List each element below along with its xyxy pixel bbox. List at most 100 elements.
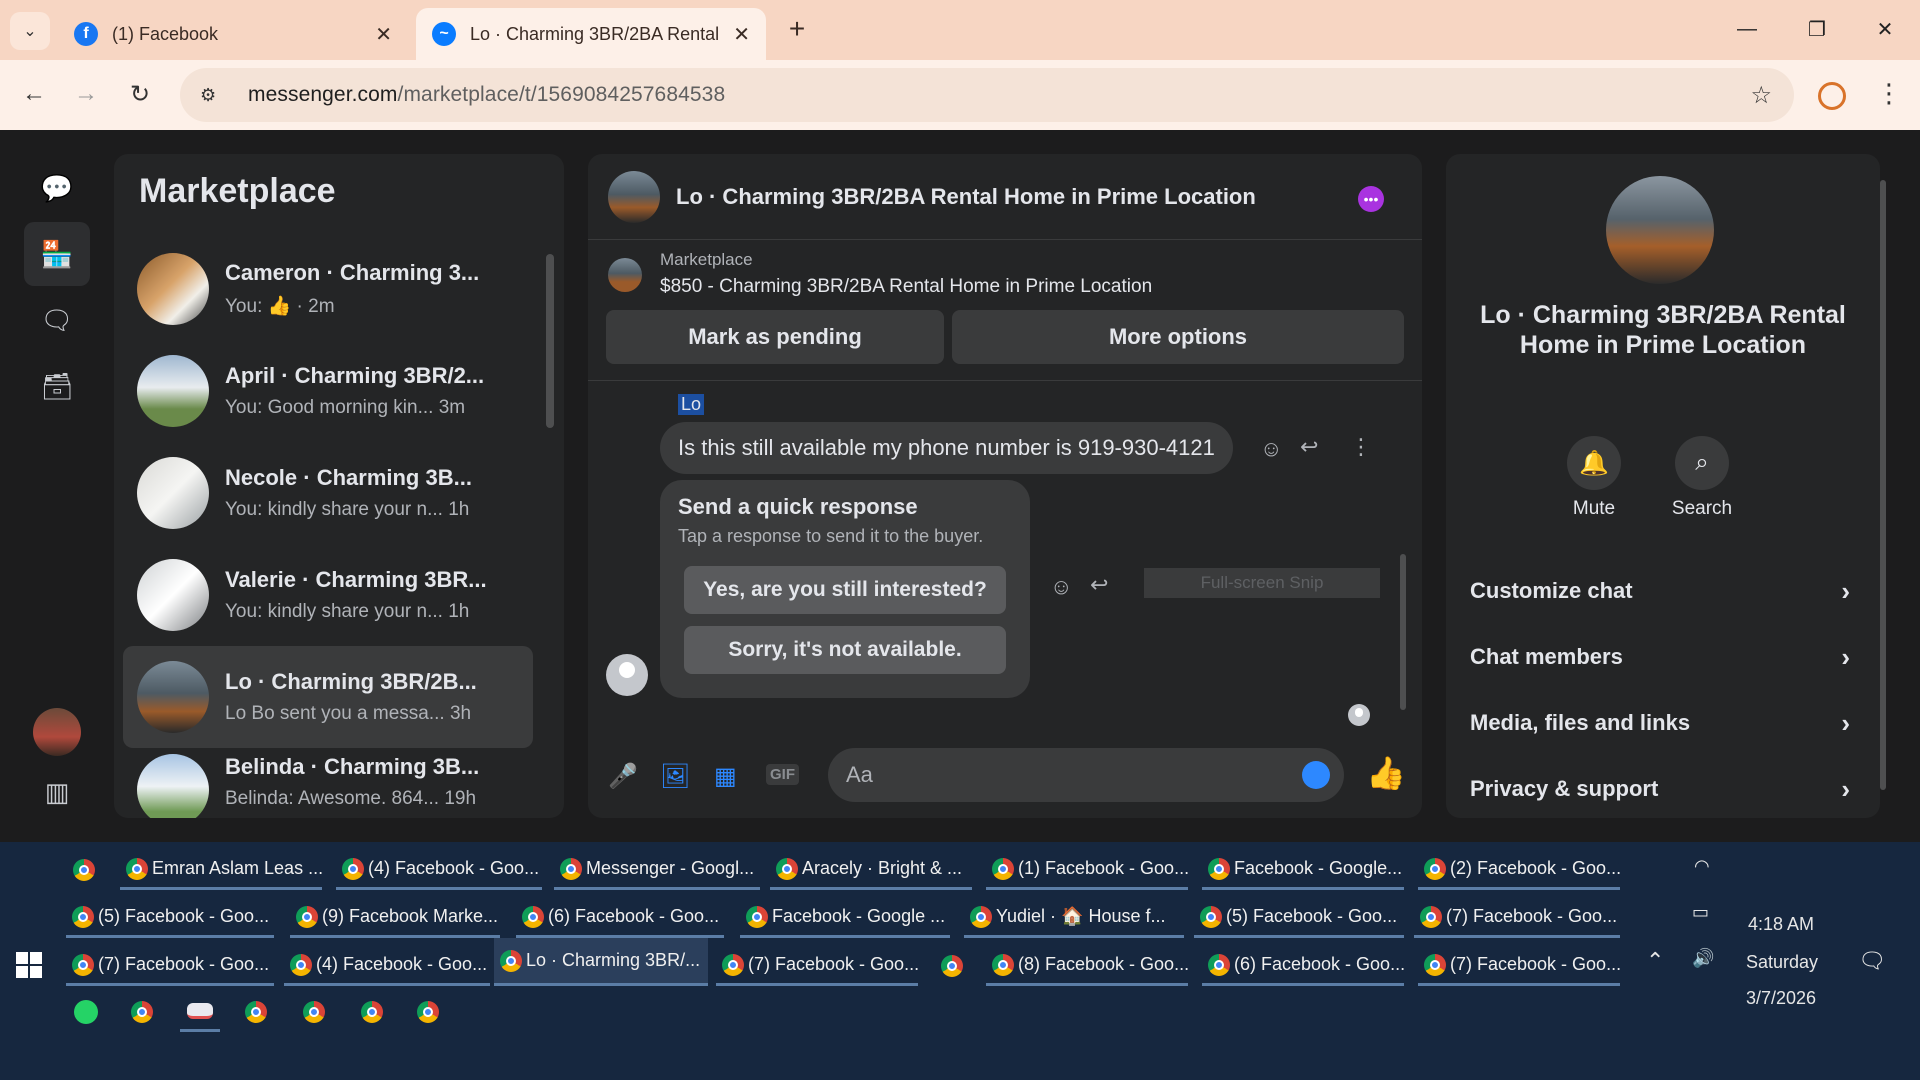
listing-banner[interactable]: Marketplace $850 - Charming 3BR/2BA Rent… [608,250,1152,298]
close-window-button[interactable]: ✕ [1858,8,1912,50]
battery-icon[interactable]: ▭ [1692,902,1709,923]
profile-icon[interactable] [1818,82,1846,110]
chat-title[interactable]: Lo · Charming 3BR/2BA Rental Home in Pri… [676,184,1256,210]
notifications-icon[interactable]: 🗨 [1858,948,1886,974]
conversation-item[interactable]: April · Charming 3BR/2... You: Good morni… [123,340,533,442]
taskbar-window[interactable]: (1) Facebook - Goo... [986,850,1189,890]
chrome-icon[interactable] [238,992,278,1032]
media-files-links-row[interactable]: Media, files and links › [1470,698,1850,748]
react-icon[interactable]: ☺ [1260,436,1282,462]
reply-icon[interactable]: ↩ [1090,572,1108,598]
mark-as-pending-button[interactable]: Mark as pending [606,310,944,364]
clock-time[interactable]: 4:18 AM [1748,914,1814,935]
clock-date[interactable]: 3/7/2026 [1746,988,1816,1009]
taskbar-window[interactable]: (6) Facebook - Goo... [1202,946,1405,986]
taskbar-window[interactable]: Yudiel · 🏠 House f... [964,898,1184,938]
taskbar-window[interactable]: Emran Aslam Leas ... [120,850,323,890]
windows-start-icon[interactable] [16,952,42,978]
sticker-icon[interactable]: ▦ [714,762,737,791]
customize-chat-row[interactable]: Customize chat › [1470,566,1850,616]
taskbar-window[interactable]: (5) Facebook - Goo... [1194,898,1404,938]
taskbar-window[interactable]: (2) Facebook - Goo... [1418,850,1621,890]
more-options-icon[interactable]: ••• [1358,186,1384,212]
microphone-icon[interactable]: 🎤 [608,762,638,791]
more-options-button[interactable]: More options [952,310,1404,364]
taskbar-window[interactable]: (4) Facebook - Goo... [284,946,490,986]
message-requests-icon[interactable]: 🗨 [24,288,90,352]
chrome-icon[interactable] [354,992,394,1032]
conversation-item[interactable]: Valerie · Charming 3BR... You: kindly sha… [123,544,533,646]
chrome-icon[interactable] [296,992,336,1032]
taskbar-window[interactable]: Facebook - Google ... [740,898,950,938]
taskbar-window[interactable]: (7) Facebook - Goo... [1414,898,1620,938]
conversation-item[interactable]: Necole · Charming 3B... You: kindly share… [123,442,533,544]
back-button[interactable]: ← [14,74,54,114]
privacy-support-row[interactable]: Privacy & support › [1470,764,1850,814]
chrome-icon[interactable] [124,992,164,1032]
toggle-sidebar-icon[interactable]: ▥ [24,760,90,824]
tab-messenger[interactable]: ~ Lo · Charming 3BR/2BA Rental I ✕ [416,8,766,60]
message-input[interactable]: Aa [828,748,1344,802]
list-scrollbar[interactable] [546,254,554,428]
taskbar-window[interactable]: (7) Facebook - Goo... [66,946,274,986]
show-hidden-icons-chevron[interactable]: ⌃ [1646,948,1664,974]
conversation-item-selected[interactable]: Lo · Charming 3BR/2B... Lo Bo sent you a … [123,646,533,748]
bookmark-star-icon[interactable]: ☆ [1750,81,1772,110]
taskbar-window[interactable]: (6) Facebook - Goo... [516,898,724,938]
chat-members-row[interactable]: Chat members › [1470,632,1850,682]
chrome-icon[interactable] [934,946,974,986]
taskbar-window[interactable]: Aracely · Bright & ... [770,850,972,890]
volume-icon[interactable]: 🔊 [1692,948,1714,969]
reply-icon[interactable]: ↩ [1300,434,1318,460]
wifi-icon[interactable]: ◠ [1694,856,1710,877]
message-more-icon[interactable]: ⋮ [1350,434,1372,460]
mute-button[interactable]: 🔔 Mute [1554,436,1634,520]
tab-facebook[interactable]: f (1) Facebook ✕ [58,8,408,60]
taskbar-window[interactable]: (5) Facebook - Goo... [66,898,274,938]
restore-button[interactable]: ❐ [1790,8,1844,50]
profile-avatar[interactable] [33,708,81,756]
search-button[interactable]: ⌕ Search [1662,436,1742,520]
reload-button[interactable]: ↻ [120,74,160,114]
image-icon[interactable]: 🖼 [660,762,690,791]
chats-icon[interactable]: 💬 [24,156,90,220]
address-bar[interactable]: ⚙ messenger.com/marketplace/t/1569084257… [180,68,1794,122]
site-settings-icon[interactable]: ⚙ [200,85,230,106]
quick-response-yes-button[interactable]: Yes, are you still interested? [684,566,1006,614]
snipping-tool-icon[interactable] [180,992,220,1032]
taskbar-window[interactable]: (7) Facebook - Goo... [1418,946,1621,986]
whatsapp-icon[interactable] [66,992,106,1032]
taskbar-window[interactable]: Facebook - Google... [1202,850,1404,890]
archive-icon[interactable]: 🗃 [24,354,90,418]
chrome-icon [500,949,522,972]
chat-avatar[interactable] [608,170,660,223]
thumbs-up-icon[interactable]: 👍 [1366,754,1406,792]
minimize-button[interactable]: — [1720,8,1774,50]
chrome-icon[interactable] [410,992,450,1032]
close-tab-icon[interactable]: ✕ [375,22,392,47]
taskbar-window[interactable]: Messenger - Googl... [554,850,760,890]
marketplace-icon[interactable]: 🏪 [24,222,90,286]
taskbar-window[interactable]: (8) Facebook - Goo... [986,946,1189,986]
taskbar-window[interactable]: (4) Facebook - Goo... [336,850,542,890]
incoming-message[interactable]: Is this still available my phone number … [660,422,1233,474]
taskbar-window[interactable]: (7) Facebook - Goo... [716,946,919,986]
gif-icon[interactable]: GIF [766,764,799,785]
chat-scrollbar[interactable] [1400,554,1406,710]
forward-button[interactable]: → [66,74,106,114]
chrome-icon[interactable] [66,850,106,890]
tab-search-button[interactable]: ⌄ [10,12,50,50]
page-scrollbar[interactable] [1880,180,1886,790]
close-tab-icon[interactable]: ✕ [733,22,750,47]
clock-day[interactable]: Saturday [1746,952,1818,973]
conversation-item[interactable]: Belinda · Charming 3B... Belinda: Awesome… [123,748,533,818]
emoji-icon[interactable] [1302,761,1330,789]
conversation-item[interactable]: Cameron · Charming 3... You: 👍 · 2m [123,238,533,340]
quick-response-no-button[interactable]: Sorry, it's not available. [684,626,1006,674]
react-icon[interactable]: ☺ [1050,574,1072,600]
taskbar-window[interactable]: (9) Facebook Marke... [290,898,500,938]
browser-menu-icon[interactable]: ⋮ [1876,78,1902,109]
sender-avatar[interactable] [606,654,648,696]
new-tab-button[interactable]: + [780,12,814,46]
taskbar-window-active[interactable]: Lo · Charming 3BR/... [494,938,708,986]
